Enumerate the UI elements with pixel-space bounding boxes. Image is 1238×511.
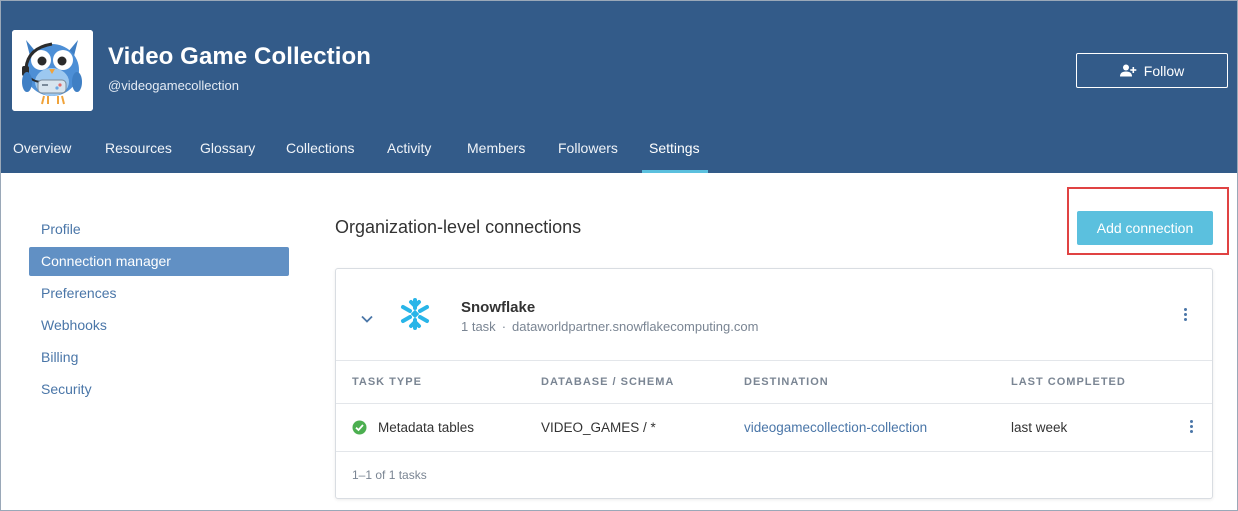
connection-name: Snowflake bbox=[461, 299, 536, 316]
tab-settings[interactable]: Settings bbox=[649, 129, 700, 173]
sidebar-item-security[interactable]: Security bbox=[29, 375, 289, 404]
sidebar-item-profile[interactable]: Profile bbox=[29, 215, 289, 244]
snowflake-icon bbox=[398, 297, 432, 336]
task-count: 1 task bbox=[461, 319, 496, 334]
page-title: Organization-level connections bbox=[335, 217, 582, 237]
sidebar-item-webhooks[interactable]: Webhooks bbox=[29, 311, 289, 340]
table-header-divider bbox=[336, 403, 1212, 404]
connection-menu-icon[interactable] bbox=[1181, 306, 1191, 324]
tab-resources[interactable]: Resources bbox=[105, 129, 172, 173]
row-menu-icon[interactable] bbox=[1187, 418, 1197, 436]
connection-card: Snowflake 1 task · dataworldpartner.snowfl… bbox=[335, 268, 1213, 499]
person-plus-icon bbox=[1119, 64, 1137, 77]
cell-database-schema: VIDEO_GAMES / * bbox=[541, 420, 656, 435]
chevron-down-icon[interactable] bbox=[361, 310, 373, 328]
sidebar-item-billing[interactable]: Billing bbox=[29, 343, 289, 372]
org-name: Video Game Collection bbox=[108, 43, 372, 70]
org-header: Video Game Collection @videogamecollecti… bbox=[1, 1, 1237, 173]
follow-button[interactable]: Follow bbox=[1076, 53, 1228, 88]
table-footer-divider bbox=[336, 451, 1212, 452]
cell-task-type: Metadata tables bbox=[378, 420, 475, 435]
tab-followers[interactable]: Followers bbox=[558, 129, 618, 173]
org-handle: @videogamecollection bbox=[108, 78, 239, 93]
check-circle-icon bbox=[352, 420, 367, 440]
pagination-text: 1–1 of 1 tasks bbox=[352, 468, 427, 482]
cell-last-completed: last week bbox=[1011, 420, 1068, 435]
tab-activity[interactable]: Activity bbox=[387, 129, 431, 173]
card-divider bbox=[336, 360, 1212, 361]
column-header-destination: DESTINATION bbox=[744, 376, 829, 388]
org-avatar bbox=[12, 30, 93, 111]
org-tabs: Overview Resources Glossary Collections … bbox=[1, 129, 1237, 173]
cell-destination-link[interactable]: videogamecollection-collection bbox=[744, 420, 927, 435]
connection-host: dataworldpartner.snowflakecomputing.com bbox=[512, 319, 759, 334]
sidebar-item-preferences[interactable]: Preferences bbox=[29, 279, 289, 308]
add-connection-button[interactable]: Add connection bbox=[1077, 211, 1213, 245]
owl-logo-icon bbox=[12, 30, 93, 111]
tab-collections[interactable]: Collections bbox=[286, 129, 354, 173]
column-header-last-completed: LAST COMPLETED bbox=[1011, 376, 1126, 388]
follow-label: Follow bbox=[1143, 62, 1185, 79]
sidebar-item-connection-manager[interactable]: Connection manager bbox=[29, 247, 289, 276]
active-tab-indicator bbox=[642, 170, 708, 173]
tab-glossary[interactable]: Glossary bbox=[200, 129, 255, 173]
meta-separator: · bbox=[501, 319, 507, 334]
connection-meta: 1 task · dataworldpartner.snowflakecomputi… bbox=[461, 319, 758, 334]
tab-overview[interactable]: Overview bbox=[13, 129, 71, 173]
column-header-database-schema: DATABASE / SCHEMA bbox=[541, 376, 675, 388]
column-header-task-type: TASK TYPE bbox=[352, 376, 422, 388]
tab-members[interactable]: Members bbox=[467, 129, 525, 173]
